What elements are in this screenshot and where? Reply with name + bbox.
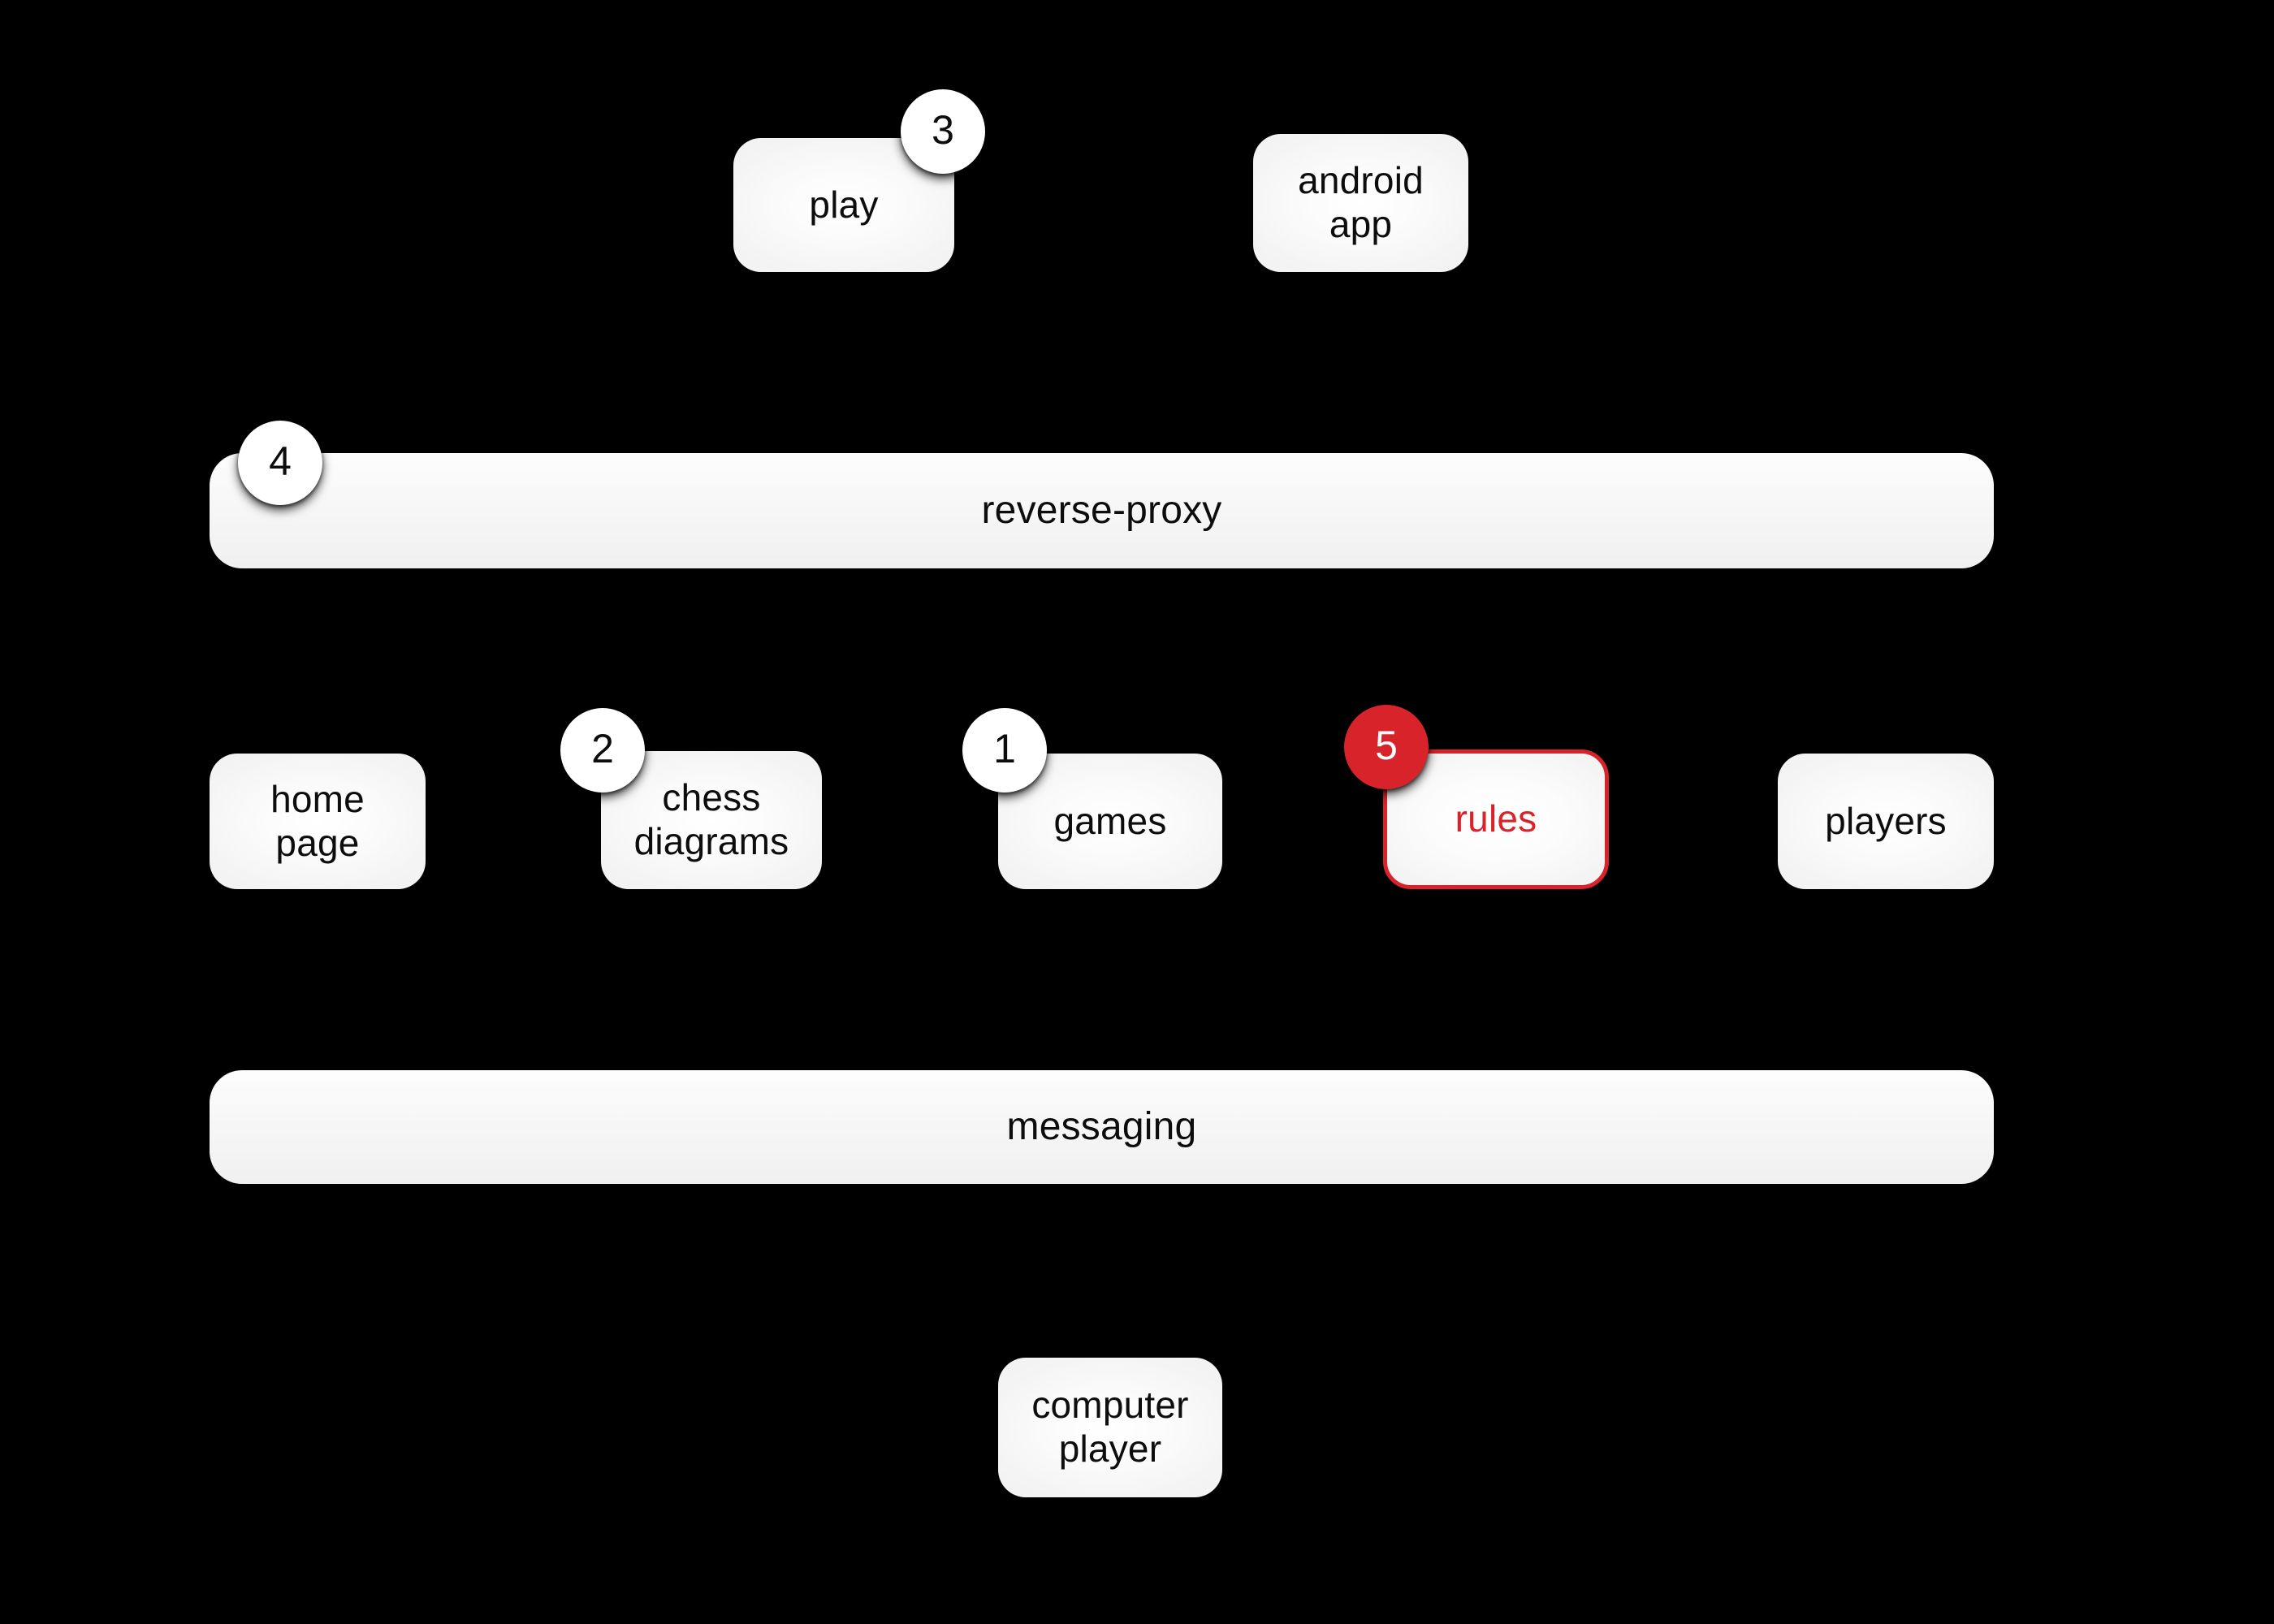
badge-games-number: 1 [993,726,1016,771]
badge-games[interactable]: 1 [962,708,1047,793]
node-players[interactable]: players [1778,754,1994,889]
node-play-label: play [809,183,879,226]
node-messaging-label: messaging [1006,1104,1197,1148]
badge-play[interactable]: 3 [901,89,985,174]
badge-chess-diagrams[interactable]: 2 [560,708,645,793]
node-rules-label: rules [1455,797,1537,840]
node-reverse-proxy-label: reverse-proxy [981,488,1222,532]
node-android-app[interactable]: android app [1253,134,1468,272]
node-computer-player-label: computer player [1031,1384,1189,1470]
node-computer-player[interactable]: computer player [998,1358,1222,1497]
node-games-label: games [1053,799,1167,842]
badge-rules-number: 5 [1375,723,1398,768]
badge-reverse-proxy[interactable]: 4 [238,421,322,505]
node-home-page[interactable]: home page [210,754,426,889]
badge-chess-diagrams-number: 2 [591,726,614,771]
node-home-page-label: home page [270,777,365,864]
node-android-app-label: android app [1298,159,1424,245]
badge-reverse-proxy-number: 4 [269,438,292,484]
badge-rules[interactable]: 5 [1344,705,1429,789]
node-reverse-proxy[interactable]: reverse-proxy [210,453,1994,568]
node-players-label: players [1825,799,1947,842]
node-messaging[interactable]: messaging [210,1070,1994,1184]
node-chess-diagrams-label: chess diagrams [633,776,789,862]
badge-play-number: 3 [932,107,954,153]
diagram-canvas: play 3 android app reverse-proxy 4 home … [0,0,2274,1624]
